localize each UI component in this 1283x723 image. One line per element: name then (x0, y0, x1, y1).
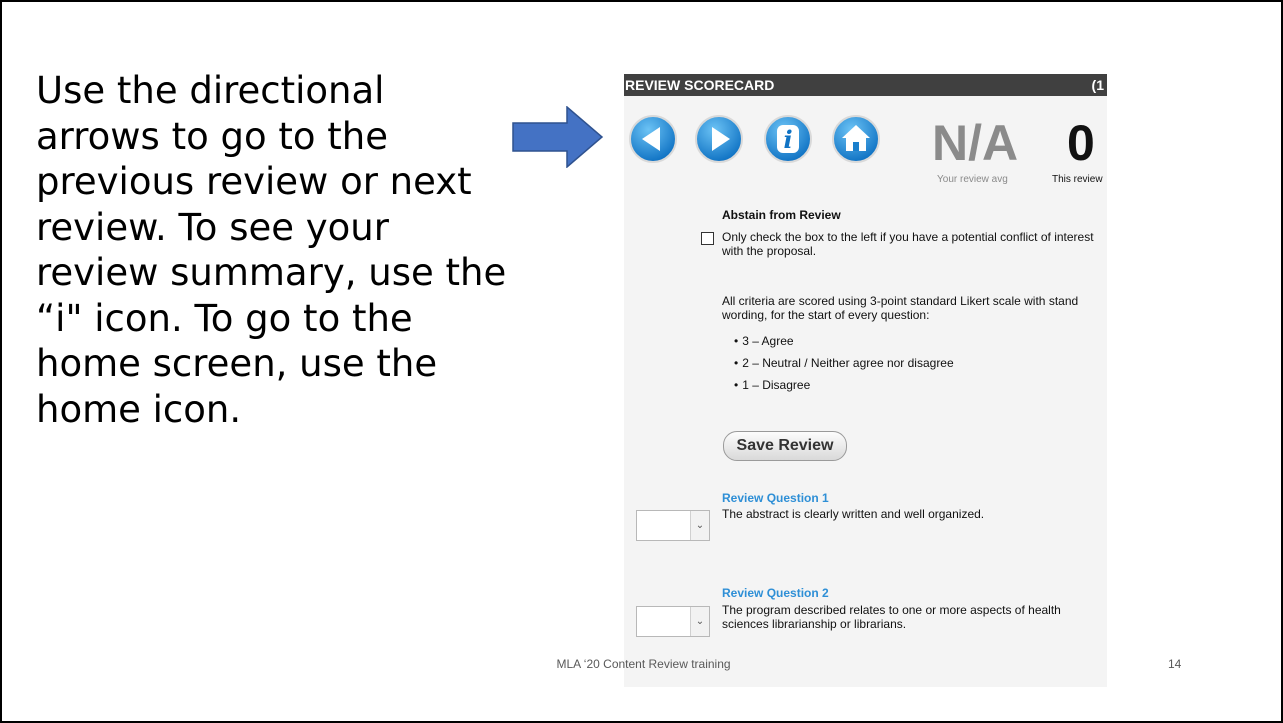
abstain-checkbox[interactable] (701, 232, 714, 245)
page-number: 14 (1168, 657, 1182, 671)
this-review-value: 0 (1067, 115, 1095, 171)
abstain-text: Only check the box to the left if you ha… (722, 230, 1094, 258)
scale-item: 3 – Agree (734, 334, 954, 356)
this-review-caption: This review (1052, 174, 1103, 185)
scale-item: 1 – Disagree (734, 378, 954, 400)
criteria-note-line: wording, for the start of every question… (722, 308, 930, 322)
scale-item: 2 – Neutral / Neither agree nor disagree (734, 356, 953, 378)
instruction-text: Use the directional arrows to go to the … (36, 69, 507, 431)
review-question-2-text: The program described relates to one or … (722, 603, 1061, 631)
svg-text:i: i (783, 125, 792, 154)
review-counter: (1 (1091, 77, 1104, 93)
previous-review-button[interactable] (628, 114, 678, 164)
criteria-note-line: All criteria are scored using 3-point st… (722, 294, 1079, 308)
scorecard-title: REVIEW SCORECARD (625, 77, 775, 93)
scorecard-header: REVIEW SCORECARD (1 (624, 74, 1107, 96)
likert-scale-list: 3 – Agree 2 – Neutral / Neither agree no… (734, 334, 954, 400)
next-review-button[interactable] (694, 114, 744, 164)
save-review-button[interactable]: Save Review (723, 431, 847, 461)
review-average-caption: Your review avg (937, 174, 1008, 185)
chevron-down-icon: ⌄ (690, 607, 709, 636)
review-question-2-select[interactable]: ⌄ (636, 606, 710, 637)
chevron-down-icon: ⌄ (690, 511, 709, 540)
review-question-1-title: Review Question 1 (722, 491, 829, 505)
review-question-2-title: Review Question 2 (722, 586, 829, 600)
review-average-value: N/A (932, 115, 1019, 171)
review-question-1-select[interactable]: ⌄ (636, 510, 710, 541)
pointer-arrow-icon (512, 106, 604, 168)
review-scorecard-panel: REVIEW SCORECARD (1 i N/A 0 Your review … (624, 74, 1107, 687)
review-summary-info-button[interactable]: i (763, 114, 813, 164)
home-button[interactable] (831, 114, 881, 164)
slide: Use the directional arrows to go to the … (0, 0, 1283, 723)
criteria-note: All criteria are scored using 3-point st… (722, 294, 1107, 322)
slide-footer: MLA ‘20 Content Review training (556, 657, 731, 671)
review-question-1-text: The abstract is clearly written and well… (722, 507, 985, 521)
abstain-title: Abstain from Review (722, 208, 841, 222)
